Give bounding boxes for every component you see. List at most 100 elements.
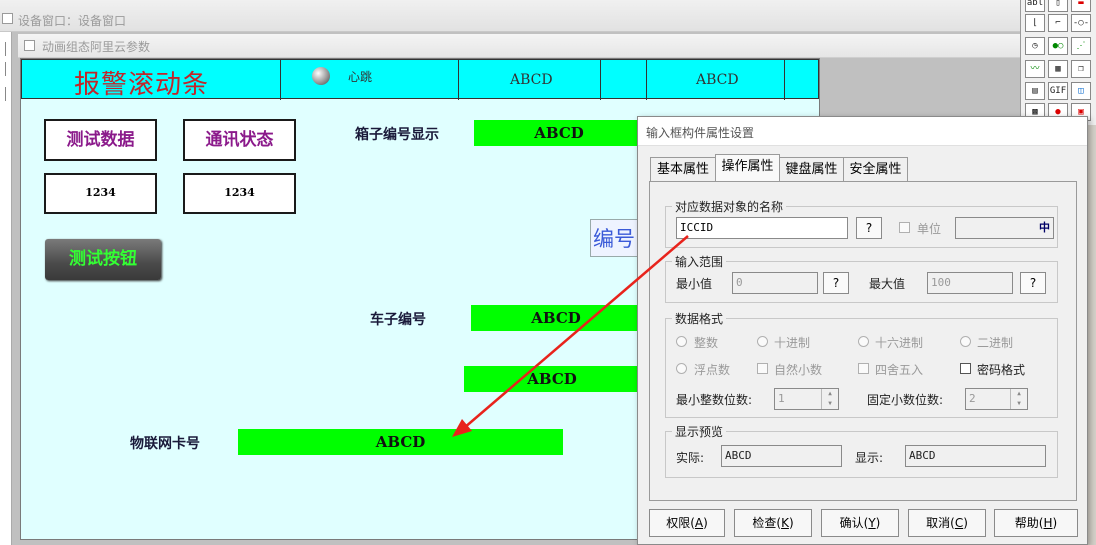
min-input[interactable]: 0 (732, 272, 818, 294)
preview-group-title: 显示预览 (672, 423, 727, 440)
format-decimal-radio[interactable] (757, 336, 768, 347)
trend-icon[interactable]: ⋰ (1071, 37, 1091, 55)
line-icon[interactable]: ⌊ (1025, 14, 1045, 32)
min-int-digits-value: 1 (778, 392, 785, 405)
toolbox-panel: abl ▯ ▬ ⌊ ⌐ -○- ◷ ●○ ⋰ 〰 ▦ ❒ ▤ GIF ◫ ▩ ●… (1020, 0, 1096, 125)
min-int-digits-spinner[interactable]: 1 ▲ ▼ (774, 388, 839, 410)
inner-window-title: 动画组态阿里云参数 (42, 40, 151, 54)
ruler-mark (5, 62, 6, 76)
box-id-label: 箱子编号显示 (355, 127, 439, 143)
grid-icon[interactable]: ▦ (1048, 60, 1068, 78)
help-button[interactable]: 帮助(H) (994, 509, 1078, 537)
iot-card-label: 物联网卡号 (130, 436, 200, 452)
unit-label: 单位 (917, 222, 942, 236)
chart-icon[interactable]: 〰 (1025, 60, 1045, 78)
dialog-titlebar[interactable]: 输入框构件属性设置 (638, 117, 1087, 146)
flag-icon[interactable]: ▬ (1071, 0, 1091, 12)
tab-keyboard[interactable]: 键盘属性 (779, 157, 844, 182)
actual-label: 实际: (676, 451, 705, 465)
cancel-button-label: 取消 (926, 516, 951, 530)
box-id-input[interactable]: ABCD (474, 120, 644, 146)
fixed-decimal-spinner[interactable]: 2 ▲ ▼ (965, 388, 1028, 410)
dialog-title: 输入框构件属性设置 (646, 126, 755, 140)
spinner-arrows-icon[interactable]: ▲ ▼ (821, 389, 838, 409)
permission-button[interactable]: 权限(A) (649, 509, 725, 537)
test-data-label-box[interactable]: 测试数据 (44, 119, 157, 161)
data-object-select-button[interactable]: ? (856, 217, 882, 239)
heartbeat-indicator-icon[interactable] (312, 67, 330, 85)
header-divider (458, 60, 459, 100)
header-cell-1[interactable]: ABCD (510, 72, 553, 88)
input-range-group-title: 输入范围 (672, 253, 727, 270)
data-object-input[interactable]: ICCID (676, 217, 848, 239)
confirm-button-label: 确认 (839, 516, 864, 530)
header-divider (280, 60, 281, 100)
max-label: 最大值 (869, 277, 906, 291)
unit-input[interactable]: 中 (955, 217, 1054, 239)
gif-icon[interactable]: GIF (1048, 82, 1068, 100)
image-icon[interactable]: ▤ (1025, 82, 1045, 100)
cancel-button[interactable]: 取消(C) (908, 509, 986, 537)
password-format-label: 密码格式 (977, 363, 1026, 377)
test-button[interactable]: 测试按钮 (45, 239, 161, 280)
password-format-checkbox[interactable] (960, 363, 971, 374)
header-bar[interactable]: 报警滚动条 心跳 ABCD ABCD (21, 59, 819, 101)
spinner-arrows-icon[interactable]: ▲ ▼ (1010, 389, 1027, 409)
text-tool-icon[interactable]: abl (1025, 0, 1045, 12)
window-icon (24, 40, 35, 51)
input-box-properties-dialog: 输入框构件属性设置 基本属性 操作属性 键盘属性 安全属性 对应数据对象的名称 … (637, 116, 1088, 545)
input-range-group: 输入范围 最小值 0 ? 最大值 100 ? (665, 253, 1058, 303)
connector-icon[interactable]: -○- (1071, 14, 1091, 32)
max-select-button[interactable]: ? (1020, 272, 1046, 294)
natural-decimal-checkbox[interactable] (757, 363, 768, 374)
rounding-checkbox[interactable] (858, 363, 869, 374)
test-data-value-box[interactable]: 1234 (44, 173, 157, 214)
data-format-group-title: 数据格式 (672, 310, 727, 327)
network-icon[interactable]: ●○ (1048, 37, 1068, 55)
car-id-label: 车子编号 (370, 312, 426, 328)
format-binary-label: 二进制 (977, 336, 1014, 350)
fixed-decimal-label: 固定小数位数: (867, 393, 944, 407)
unit-checkbox[interactable] (899, 222, 910, 233)
left-ruler (0, 32, 12, 545)
help-button-label: 帮助 (1014, 516, 1039, 530)
check-button[interactable]: 检查(K) (734, 509, 812, 537)
display-label: 显示: (855, 451, 884, 465)
car-id-input[interactable]: ABCD (471, 305, 641, 331)
comm-status-value-box[interactable]: 1234 (183, 173, 296, 214)
header-divider (646, 60, 647, 100)
inner-window-titlebar[interactable]: 动画组态阿里云参数 (18, 34, 1020, 58)
ruler-mark (5, 42, 6, 56)
alarm-scroll-text[interactable]: 报警滚动条 (74, 64, 209, 101)
header-cell-2[interactable]: ABCD (696, 72, 739, 88)
tab-basic[interactable]: 基本属性 (650, 157, 716, 182)
input-box-icon[interactable]: ▯ (1048, 0, 1068, 12)
data-format-group: 数据格式 整数 十进制 十六进制 二进制 浮点数 自然小数 四舍五入 密码格式 … (665, 310, 1058, 418)
outer-window-title: 设备窗口：设备窗口 (18, 14, 127, 28)
clock-icon[interactable]: ◷ (1025, 37, 1045, 55)
keyboard-glyph-icon: 中 (1039, 221, 1050, 234)
layers-icon[interactable]: ❒ (1071, 60, 1091, 78)
tab-operation[interactable]: 操作属性 (715, 154, 780, 183)
min-select-button[interactable]: ? (823, 272, 849, 294)
confirm-button[interactable]: 确认(Y) (821, 509, 899, 537)
iot-card-input[interactable]: ABCD (238, 429, 563, 455)
format-integer-radio[interactable] (676, 336, 687, 347)
format-hex-radio[interactable] (858, 336, 869, 347)
tab-security[interactable]: 安全属性 (843, 157, 908, 182)
format-binary-radio[interactable] (960, 336, 971, 347)
header-divider (600, 60, 601, 100)
min-label: 最小值 (676, 277, 713, 291)
picture-icon[interactable]: ◫ (1071, 82, 1091, 100)
extra-input[interactable]: ABCD (464, 366, 640, 392)
step-line-icon[interactable]: ⌐ (1048, 14, 1068, 32)
check-hotkey: K (781, 516, 789, 530)
max-input[interactable]: 100 (927, 272, 1013, 294)
outer-window-titlebar[interactable]: 设备窗口：设备窗口 (0, 0, 1020, 32)
comm-status-label-box[interactable]: 通讯状态 (183, 119, 296, 161)
format-float-label: 浮点数 (694, 363, 731, 377)
format-float-radio[interactable] (676, 363, 687, 374)
permission-button-label: 权限 (666, 516, 691, 530)
cancel-hotkey: C (954, 516, 964, 530)
data-object-group-title: 对应数据对象的名称 (672, 198, 787, 215)
